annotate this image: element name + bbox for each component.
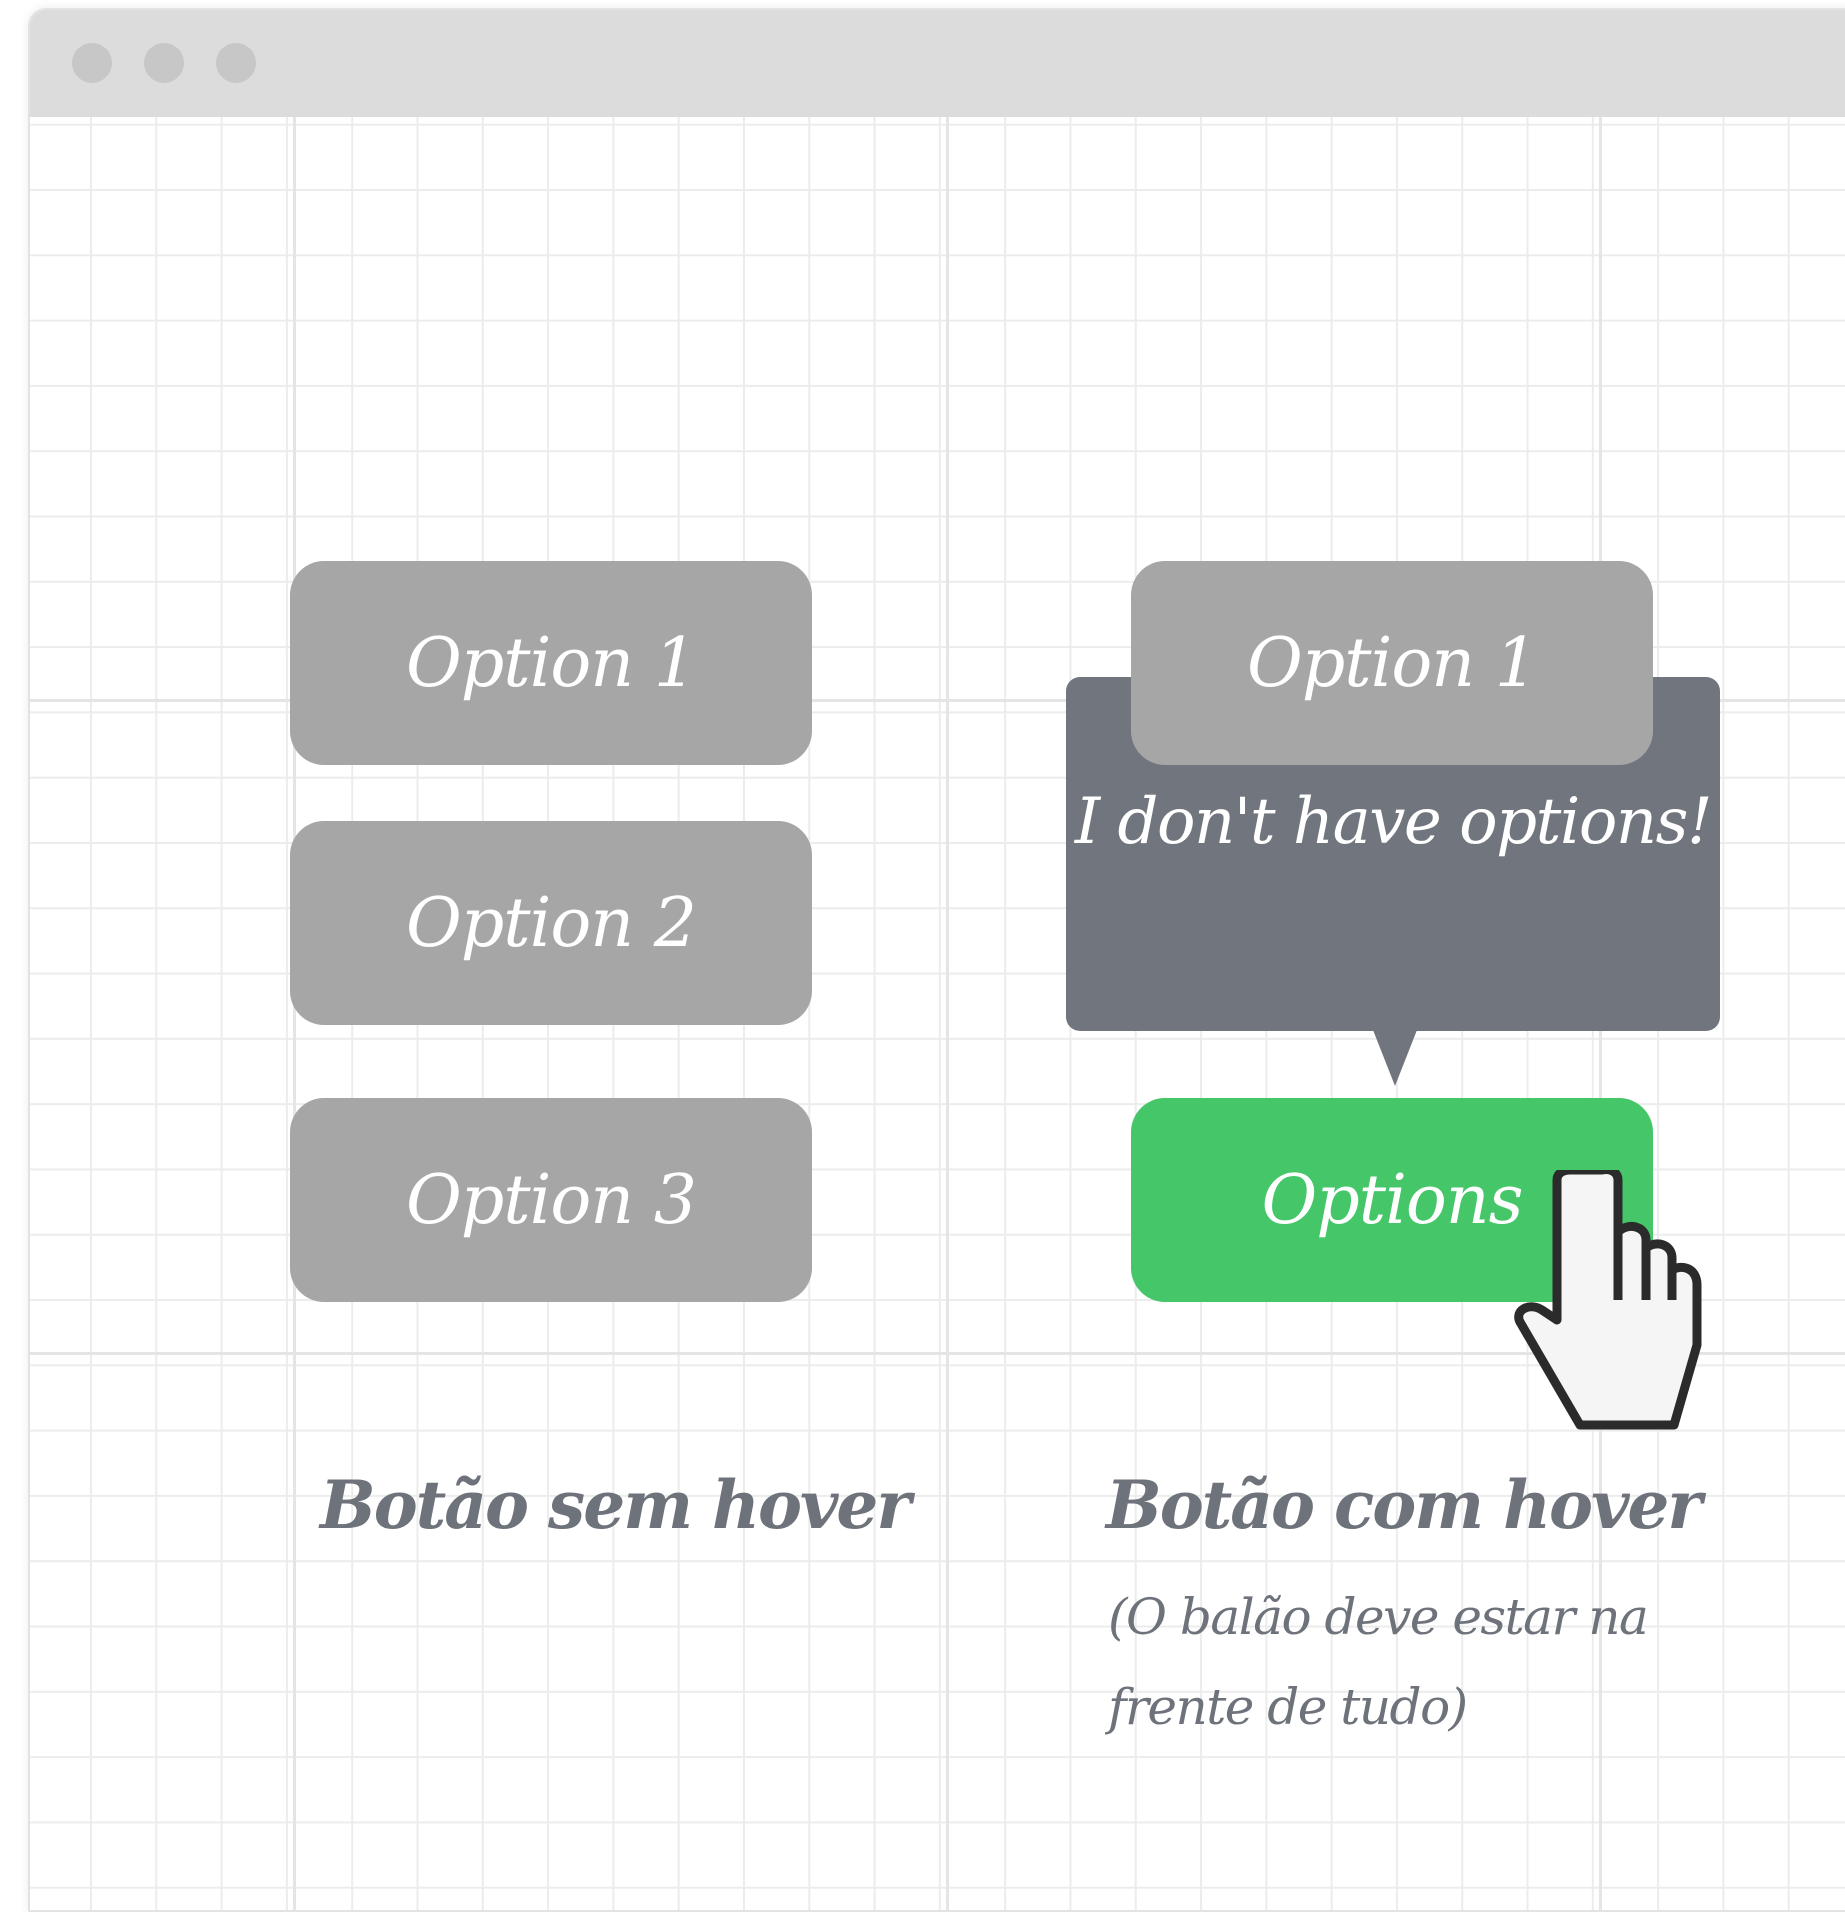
caption-without-hover: Botão sem hover: [320, 1466, 911, 1544]
note-text: (O balão deve estar na frente de tudo): [1108, 1588, 1649, 1736]
option-3-button[interactable]: Option 3: [290, 1098, 812, 1302]
window-dot-2[interactable]: [144, 43, 184, 83]
option-1-button[interactable]: Option 1: [290, 561, 812, 765]
tooltip-tail: [1373, 1030, 1417, 1086]
window-titlebar: [30, 10, 1845, 117]
pointer-hand-icon: [1514, 1170, 1702, 1430]
hover-option-1-button[interactable]: Option 1: [1131, 561, 1653, 765]
tooltip-text: I don't have options!: [1074, 785, 1713, 859]
option-2-button[interactable]: Option 2: [290, 821, 812, 1025]
caption-with-hover: Botão com hover: [1106, 1466, 1702, 1544]
window-dot-1[interactable]: [72, 43, 112, 83]
window-dot-3[interactable]: [216, 43, 256, 83]
